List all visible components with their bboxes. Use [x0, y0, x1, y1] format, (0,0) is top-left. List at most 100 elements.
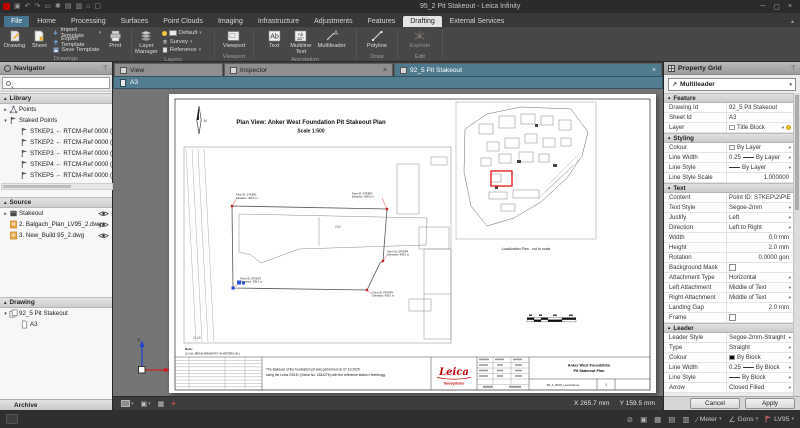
tree-item[interactable]: STKEP2 ← RTCM-Ref 0000 (07/10/ — [0, 137, 112, 148]
property-value[interactable]: Left to Right▾ — [726, 223, 793, 232]
dropdown-arrow-icon[interactable]: ▾ — [789, 335, 791, 341]
dropdown-arrow-icon[interactable]: ▾ — [789, 225, 791, 231]
dropdown-arrow-icon[interactable]: ▾ — [789, 215, 791, 221]
reference-layer-button[interactable]: Reference▾ — [160, 46, 206, 55]
dropdown-arrow-icon[interactable]: ▾ — [789, 365, 791, 371]
sheet-button[interactable]: Sheet — [27, 28, 51, 50]
units-selector[interactable]: ∕ Meter▾ — [696, 415, 721, 424]
maximize-button[interactable]: ▢ — [773, 3, 780, 11]
crs-selector[interactable]: LV95▾ — [765, 415, 794, 423]
dropdown-arrow-icon[interactable]: ▾ — [789, 275, 791, 281]
visibility-eye-icon[interactable] — [98, 221, 109, 229]
ortho-icon[interactable]: ▣ — [640, 415, 647, 424]
tree-expander-icon[interactable]: ▾ — [2, 118, 9, 124]
section-header-source[interactable]: ▴Source — [0, 197, 112, 208]
survey-layer-button[interactable]: Survey▾ — [160, 38, 206, 47]
tree-item[interactable]: STKEP4 ← RTCM-Ref 0000 (07/10/ — [0, 159, 112, 170]
tree-expander-icon[interactable]: ▸ — [2, 211, 9, 217]
tree-item[interactable]: ▸Points — [0, 104, 112, 115]
view-tab-view[interactable]: View — [114, 63, 223, 76]
layer-manager-button[interactable]: Layer Manager — [133, 28, 160, 56]
close-tab-icon[interactable]: × — [646, 67, 656, 74]
tree-item[interactable]: 2. Balgach_Plan_LV95_2.dwg — [0, 219, 112, 230]
property-value[interactable]: By Layer▾ — [726, 163, 793, 172]
background-color-selector[interactable]: ▾ — [121, 400, 134, 407]
dropdown-arrow-icon[interactable]: ▾ — [782, 125, 784, 131]
tree-expander-icon[interactable]: ▾ — [2, 311, 9, 317]
export-template-button[interactable]: Export Template — [51, 38, 103, 47]
drawing-button[interactable]: Drawing — [2, 28, 27, 50]
dropdown-arrow-icon[interactable]: ▾ — [789, 165, 791, 171]
collapse-ribbon-icon[interactable]: ▴ — [791, 18, 794, 25]
checkbox[interactable] — [729, 314, 736, 321]
tree-item[interactable]: STKEP1 ← RTCM-Ref 0000 (07/10/ — [0, 126, 112, 137]
section-header-library[interactable]: ▴Library — [0, 93, 112, 104]
dropdown-arrow-icon[interactable]: ▾ — [789, 385, 791, 391]
ribbon-tab-features[interactable]: Features — [361, 16, 403, 27]
checkbox[interactable] — [729, 264, 736, 271]
property-value[interactable]: By Block▾ — [726, 353, 793, 362]
ribbon-tab-infrastructure[interactable]: Infrastructure — [251, 16, 306, 27]
current-layer-selector[interactable]: Default▾ — [160, 29, 206, 38]
property-value[interactable]: Middle of Text▾ — [726, 283, 793, 292]
property-value[interactable]: Segoe-2mm▾ — [726, 203, 793, 212]
ribbon-tab-surfaces[interactable]: Surfaces — [114, 16, 156, 27]
property-value[interactable]: Segoe-2mm-Straight▾ — [726, 333, 793, 342]
viewport-button[interactable]: Viewport — [221, 28, 247, 50]
property-scrollbar[interactable] — [793, 93, 800, 396]
ribbon-tab-drafting[interactable]: Drafting — [403, 16, 442, 27]
property-value[interactable]: Middle of Text▾ — [726, 293, 793, 302]
drawing-canvas[interactable]: Y X N — [113, 89, 663, 396]
grid-toggle[interactable]: ▦ — [158, 400, 165, 408]
print-button[interactable]: Print — [103, 28, 127, 50]
ribbon-tab-file[interactable]: File — [4, 16, 29, 27]
save-template-button[interactable]: Save Template — [51, 46, 103, 55]
property-value[interactable]: Horizontal▾ — [726, 273, 793, 282]
dropdown-arrow-icon[interactable]: ▾ — [789, 145, 791, 151]
visibility-eye-icon[interactable] — [98, 232, 109, 240]
property-value[interactable]: Title Block▾ — [726, 123, 793, 132]
multiline-text-button[interactable]: Ab Multiline Text — [288, 28, 313, 56]
ribbon-tab-imaging[interactable]: Imaging — [211, 16, 250, 27]
save-icon[interactable]: ▣ — [14, 2, 21, 11]
property-value[interactable]: Closed Filled▾ — [726, 383, 793, 392]
property-section-text[interactable]: ▴Text — [664, 183, 793, 193]
text-button[interactable]: Ab Text — [262, 28, 286, 50]
dropdown-arrow-icon[interactable]: ▾ — [789, 355, 791, 361]
settings-icon[interactable]: ✱ — [55, 2, 61, 11]
snap-toggle[interactable]: + — [171, 399, 176, 408]
dropdown-arrow-icon[interactable]: ▾ — [789, 155, 791, 161]
tree-item[interactable]: ▾Staked Points — [0, 115, 112, 126]
redo-icon[interactable]: ↷ — [35, 2, 41, 11]
dropdown-arrow-icon[interactable]: ▾ — [789, 295, 791, 301]
tree-item[interactable]: 3. New_Build 95_2.dwg — [0, 230, 112, 241]
report-icon[interactable]: ▥ — [682, 415, 689, 424]
minimize-button[interactable]: ─ — [760, 3, 765, 11]
property-value[interactable]: 0.25By Layer▾ — [726, 153, 793, 162]
close-button[interactable]: × — [788, 3, 792, 11]
explode-button[interactable]: Explode — [408, 28, 433, 50]
status-corner-icon[interactable] — [6, 414, 18, 424]
property-section-feature[interactable]: ▴Feature — [664, 93, 793, 103]
property-section-styling[interactable]: ▴Styling — [664, 133, 793, 143]
tree-expander-icon[interactable]: ▸ — [2, 107, 9, 113]
multileader-button[interactable]: A Multileader — [315, 28, 347, 50]
ribbon-tab-external-services[interactable]: External Services — [443, 16, 511, 27]
layers-icon[interactable]: ▤ — [668, 415, 675, 424]
tool-icon[interactable]: ▤ — [65, 2, 72, 11]
drawing-sheet[interactable]: N Plan View: Anker West Foundation Pit S… — [169, 94, 656, 393]
tree-item[interactable]: ▸Stakeout — [0, 208, 112, 219]
horizontal-scrollbar[interactable] — [1, 183, 113, 190]
dropdown-arrow-icon[interactable]: ▾ — [789, 345, 791, 351]
visibility-eye-icon[interactable] — [98, 210, 109, 218]
archive-section-header[interactable]: Archive — [0, 399, 112, 410]
report-icon[interactable]: ▥ — [76, 2, 83, 11]
angle-unit-selector[interactable]: ∠ Gons▾ — [729, 415, 759, 424]
ribbon-tab-home[interactable]: Home — [30, 16, 63, 27]
property-value[interactable] — [726, 313, 793, 322]
window-icon[interactable]: ▢ — [94, 2, 101, 11]
property-value[interactable]: 0.25By Block▾ — [726, 363, 793, 372]
tree-item[interactable]: A3 — [0, 319, 112, 330]
view-tab-92-5-pit-stakeout[interactable]: 92_5 Pit Stakeout× — [394, 63, 662, 76]
entity-selector[interactable]: ↗ Multileader ▾ — [668, 78, 796, 91]
